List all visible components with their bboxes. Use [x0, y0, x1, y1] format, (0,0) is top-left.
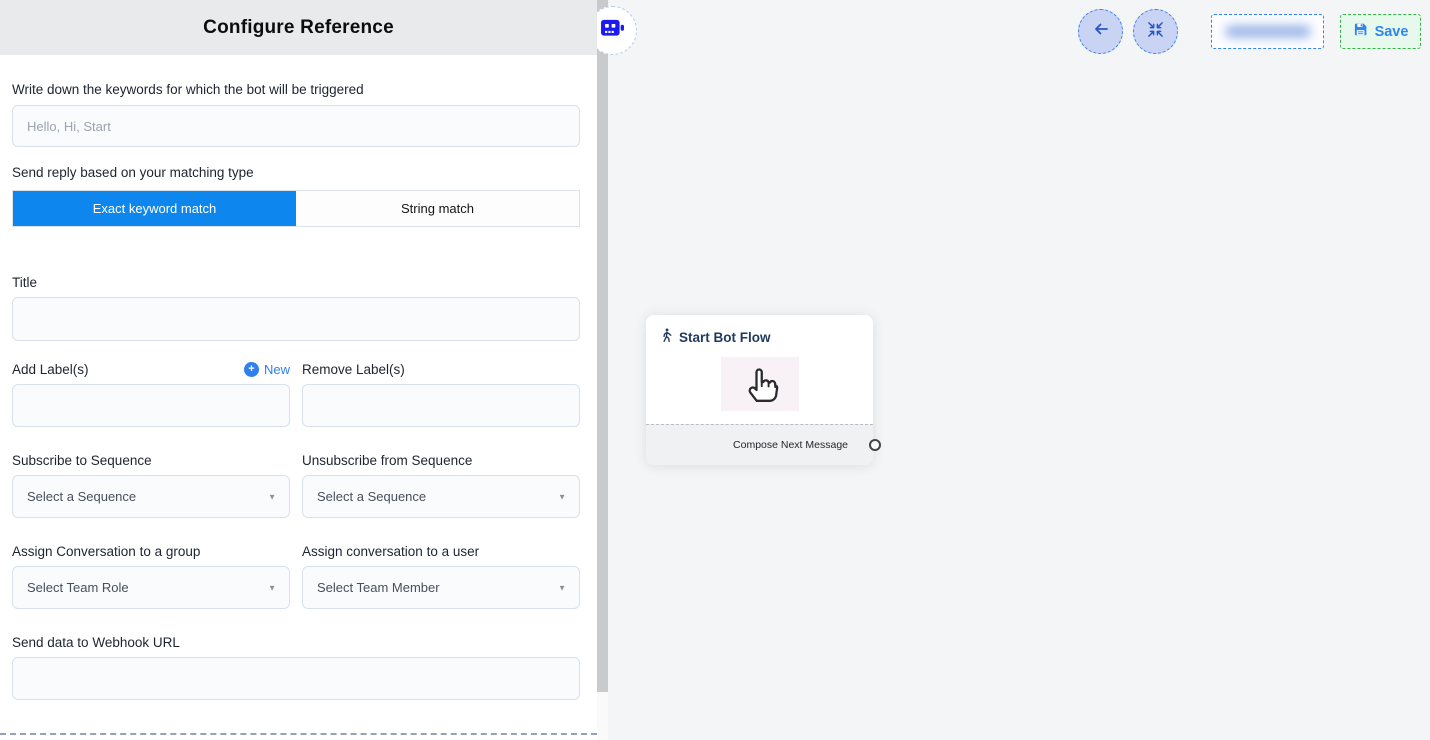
- unsubscribe-sequence-select[interactable]: Select a Sequence ▼: [302, 475, 580, 518]
- keywords-input[interactable]: [12, 105, 580, 147]
- keywords-label: Write down the keywords for which the bo…: [12, 82, 580, 97]
- hand-cursor-icon: [721, 357, 799, 411]
- matching-type-toggle: Exact keyword match String match: [12, 190, 580, 227]
- flow-canvas[interactable]: Save Start Bot Flow Compose Next Message: [608, 0, 1430, 740]
- fit-view-button[interactable]: [1133, 9, 1178, 54]
- remove-labels-input[interactable]: [302, 384, 580, 427]
- assign-group-select[interactable]: Select Team Role ▼: [12, 566, 290, 609]
- canvas-toolbar: Save: [1078, 9, 1421, 54]
- webhook-input[interactable]: [12, 657, 580, 700]
- panel-bottom-divider: [0, 733, 597, 735]
- chevron-down-icon: ▼: [268, 492, 276, 501]
- chevron-down-icon: ▼: [558, 583, 566, 592]
- connection-handle[interactable]: [869, 439, 881, 451]
- new-label-link-text: New: [264, 362, 290, 377]
- panel-scrollbar[interactable]: [597, 0, 608, 740]
- add-labels-input[interactable]: [12, 384, 290, 427]
- subscribe-sequence-select[interactable]: Select a Sequence ▼: [12, 475, 290, 518]
- robot-icon: [599, 16, 626, 45]
- subscribe-sequence-label: Subscribe to Sequence: [12, 453, 290, 468]
- redacted-text: [1225, 25, 1311, 38]
- start-bot-flow-node[interactable]: Start Bot Flow Compose Next Message: [646, 315, 873, 465]
- unsubscribe-sequence-value: Select a Sequence: [317, 489, 426, 504]
- tab-string-match[interactable]: String match: [296, 191, 579, 226]
- title-label: Title: [12, 275, 580, 290]
- back-button[interactable]: [1078, 9, 1123, 54]
- node-footer: Compose Next Message: [646, 424, 873, 465]
- assign-group-label: Assign Conversation to a group: [12, 544, 290, 559]
- plus-circle-icon: +: [244, 362, 259, 377]
- tab-exact-keyword-match[interactable]: Exact keyword match: [13, 191, 296, 226]
- new-label-link[interactable]: + New: [244, 362, 290, 377]
- assign-group-value: Select Team Role: [27, 580, 129, 595]
- scrollbar-thumb[interactable]: [597, 0, 608, 692]
- configure-reference-panel: Configure Reference Write down the keywo…: [0, 0, 597, 740]
- save-floppy-icon: [1353, 22, 1368, 41]
- back-arrow-icon: [1091, 20, 1111, 43]
- subscribe-sequence-value: Select a Sequence: [27, 489, 136, 504]
- chevron-down-icon: ▼: [268, 583, 276, 592]
- page-title: Configure Reference: [203, 17, 394, 39]
- matching-type-label: Send reply based on your matching type: [12, 165, 580, 180]
- compose-next-message-label: Compose Next Message: [733, 439, 848, 451]
- node-header: Start Bot Flow: [646, 315, 873, 346]
- panel-header: Configure Reference: [0, 0, 597, 55]
- node-title: Start Bot Flow: [679, 330, 771, 345]
- assign-user-label: Assign conversation to a user: [302, 544, 580, 559]
- compress-icon: [1147, 21, 1164, 43]
- webhook-label: Send data to Webhook URL: [12, 635, 580, 650]
- assign-user-select[interactable]: Select Team Member ▼: [302, 566, 580, 609]
- chevron-down-icon: ▼: [558, 492, 566, 501]
- node-body: [646, 352, 873, 416]
- save-button[interactable]: Save: [1340, 14, 1421, 49]
- title-input[interactable]: [12, 297, 580, 341]
- add-labels-label: Add Label(s): [12, 362, 89, 377]
- walking-person-icon: [660, 328, 673, 346]
- assign-user-value: Select Team Member: [317, 580, 440, 595]
- redacted-account-button[interactable]: [1211, 14, 1324, 49]
- save-button-label: Save: [1375, 24, 1409, 40]
- remove-labels-label: Remove Label(s): [302, 362, 580, 377]
- unsubscribe-sequence-label: Unsubscribe from Sequence: [302, 453, 580, 468]
